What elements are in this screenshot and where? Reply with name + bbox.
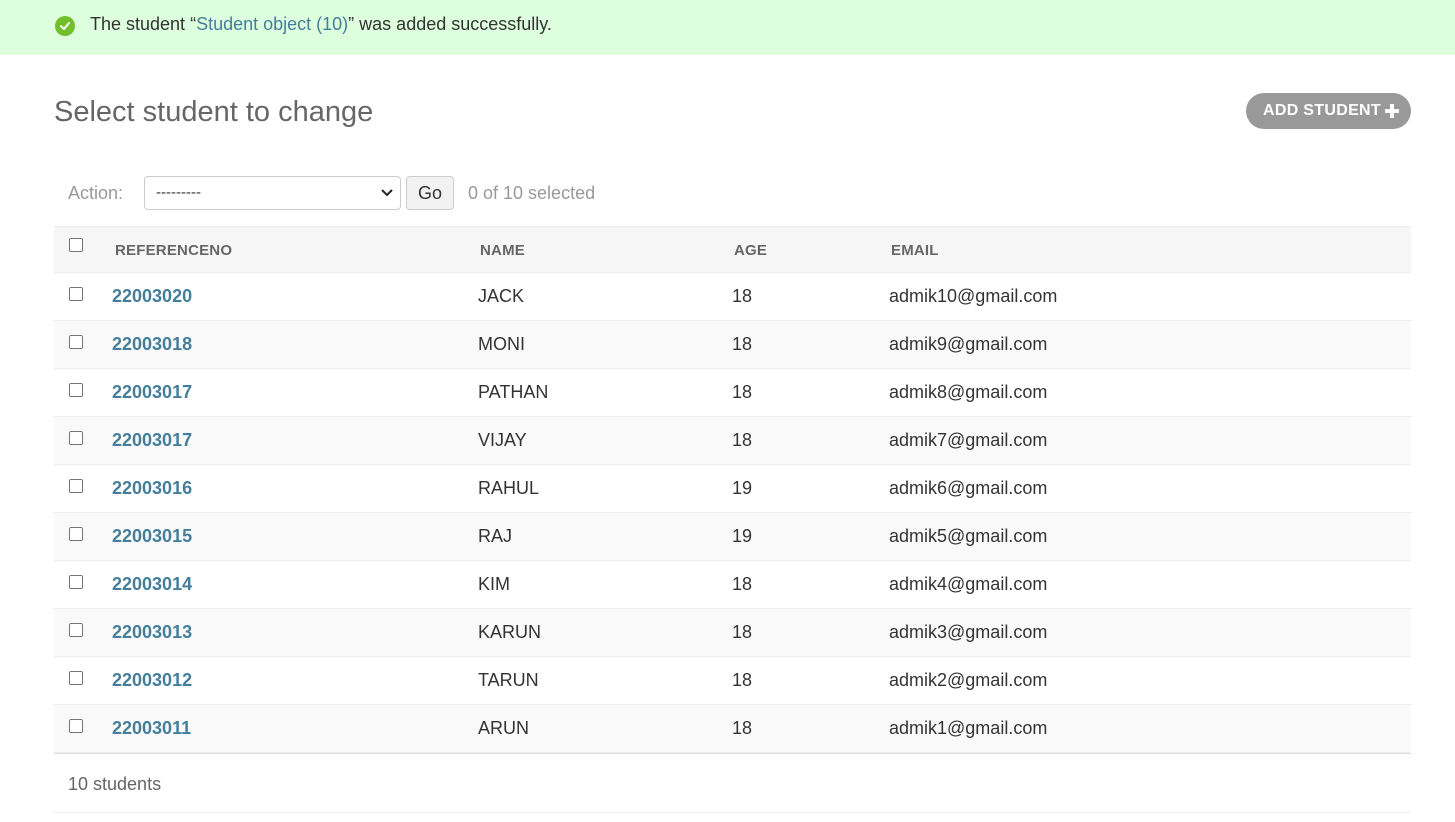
name-cell: KARUN (478, 622, 542, 642)
row-checkbox[interactable] (69, 575, 83, 589)
age-cell: 18 (732, 334, 753, 354)
email-cell: admik10@gmail.com (889, 286, 1058, 306)
go-button[interactable]: Go (406, 176, 454, 210)
table-row: 22003018 MONI 18 admik9@gmail.com (54, 321, 1411, 369)
name-cell: RAJ (478, 526, 513, 546)
table-row: 22003017 PATHAN 18 admik8@gmail.com (54, 369, 1411, 417)
table-row: 22003020 JACK 18 admik10@gmail.com (54, 273, 1411, 321)
age-cell: 18 (732, 622, 753, 642)
plus-icon (1385, 104, 1399, 118)
table-row: 22003014 KIM 18 admik4@gmail.com (54, 561, 1411, 609)
age-cell: 18 (732, 382, 753, 402)
table-row: 22003016 RAHUL 19 admik6@gmail.com (54, 465, 1411, 513)
actions-bar: Action: --------- Go 0 of 10 selected (54, 170, 1411, 216)
referenceno-link[interactable]: 22003014 (112, 574, 192, 595)
column-header-email[interactable]: EMAIL (891, 242, 939, 259)
age-cell: 18 (732, 430, 753, 450)
email-cell: admik3@gmail.com (889, 622, 1048, 642)
email-cell: admik6@gmail.com (889, 478, 1048, 498)
result-count: 10 students (68, 774, 162, 794)
column-header-age[interactable]: AGE (734, 242, 767, 259)
table-row: 22003017 VIJAY 18 admik7@gmail.com (54, 417, 1411, 465)
referenceno-link[interactable]: 22003020 (112, 286, 192, 307)
success-message: The student “Student object (10)” was ad… (0, 0, 1455, 55)
table-row: 22003012 TARUN 18 admik2@gmail.com (54, 657, 1411, 705)
referenceno-link[interactable]: 22003012 (112, 670, 192, 691)
row-checkbox[interactable] (69, 671, 83, 685)
row-checkbox[interactable] (69, 719, 83, 733)
name-cell: MONI (478, 334, 525, 354)
column-header-name[interactable]: NAME (480, 242, 525, 259)
email-cell: admik2@gmail.com (889, 670, 1048, 690)
name-cell: PATHAN (478, 382, 549, 402)
add-student-button[interactable]: ADD STUDENT (1246, 93, 1411, 129)
add-student-label: ADD STUDENT (1263, 102, 1381, 119)
name-cell: TARUN (478, 670, 539, 690)
table-row: 22003011 ARUN 18 admik1@gmail.com (54, 705, 1411, 753)
select-all-checkbox[interactable] (69, 238, 83, 252)
email-cell: admik5@gmail.com (889, 526, 1048, 546)
age-cell: 19 (732, 478, 753, 498)
row-checkbox[interactable] (69, 623, 83, 637)
paginator: 10 students (54, 753, 1411, 813)
action-label: Action: (68, 183, 124, 203)
referenceno-link[interactable]: 22003017 (112, 382, 192, 403)
row-checkbox[interactable] (69, 479, 83, 493)
referenceno-link[interactable]: 22003013 (112, 622, 192, 643)
page-title: Select student to change (54, 96, 374, 128)
success-message-text: The student “Student object (10)” was ad… (90, 14, 552, 34)
email-cell: admik4@gmail.com (889, 574, 1048, 594)
row-checkbox[interactable] (69, 527, 83, 541)
row-checkbox[interactable] (69, 287, 83, 301)
row-checkbox[interactable] (69, 383, 83, 397)
referenceno-link[interactable]: 22003016 (112, 478, 192, 499)
results-table: REFERENCENO NAME AGE EMAIL 22003020 JACK 1… (54, 226, 1411, 753)
column-header-referenceno[interactable]: REFERENCENO (115, 242, 232, 259)
row-checkbox[interactable] (69, 431, 83, 445)
action-select-value: --------- (156, 184, 201, 201)
referenceno-link[interactable]: 22003011 (112, 718, 191, 739)
email-cell: admik8@gmail.com (889, 382, 1048, 402)
name-cell: JACK (478, 286, 525, 306)
name-cell: ARUN (478, 718, 530, 738)
name-cell: VIJAY (478, 430, 527, 450)
name-cell: RAHUL (478, 478, 540, 498)
referenceno-link[interactable]: 22003017 (112, 430, 192, 451)
table-row: 22003013 KARUN 18 admik3@gmail.com (54, 609, 1411, 657)
age-cell: 18 (732, 670, 753, 690)
email-cell: admik1@gmail.com (889, 718, 1048, 738)
email-cell: admik7@gmail.com (889, 430, 1048, 450)
referenceno-link[interactable]: 22003018 (112, 334, 192, 355)
referenceno-link[interactable]: 22003015 (112, 526, 192, 547)
student-object-link[interactable]: Student object (10) (196, 14, 348, 34)
email-cell: admik9@gmail.com (889, 334, 1048, 354)
table-row: 22003015 RAJ 19 admik5@gmail.com (54, 513, 1411, 561)
row-checkbox[interactable] (69, 335, 83, 349)
age-cell: 18 (732, 574, 753, 594)
chevron-down-icon (381, 189, 393, 197)
table-header: REFERENCENO NAME AGE EMAIL (54, 226, 1411, 273)
action-select[interactable]: --------- (144, 176, 401, 210)
age-cell: 18 (732, 286, 753, 306)
check-circle-icon (55, 16, 75, 36)
age-cell: 18 (732, 718, 753, 738)
age-cell: 19 (732, 526, 753, 546)
selection-count: 0 of 10 selected (468, 183, 596, 203)
table-body: 22003020 JACK 18 admik10@gmail.com 22003018 M… (54, 273, 1411, 753)
name-cell: KIM (478, 574, 511, 594)
